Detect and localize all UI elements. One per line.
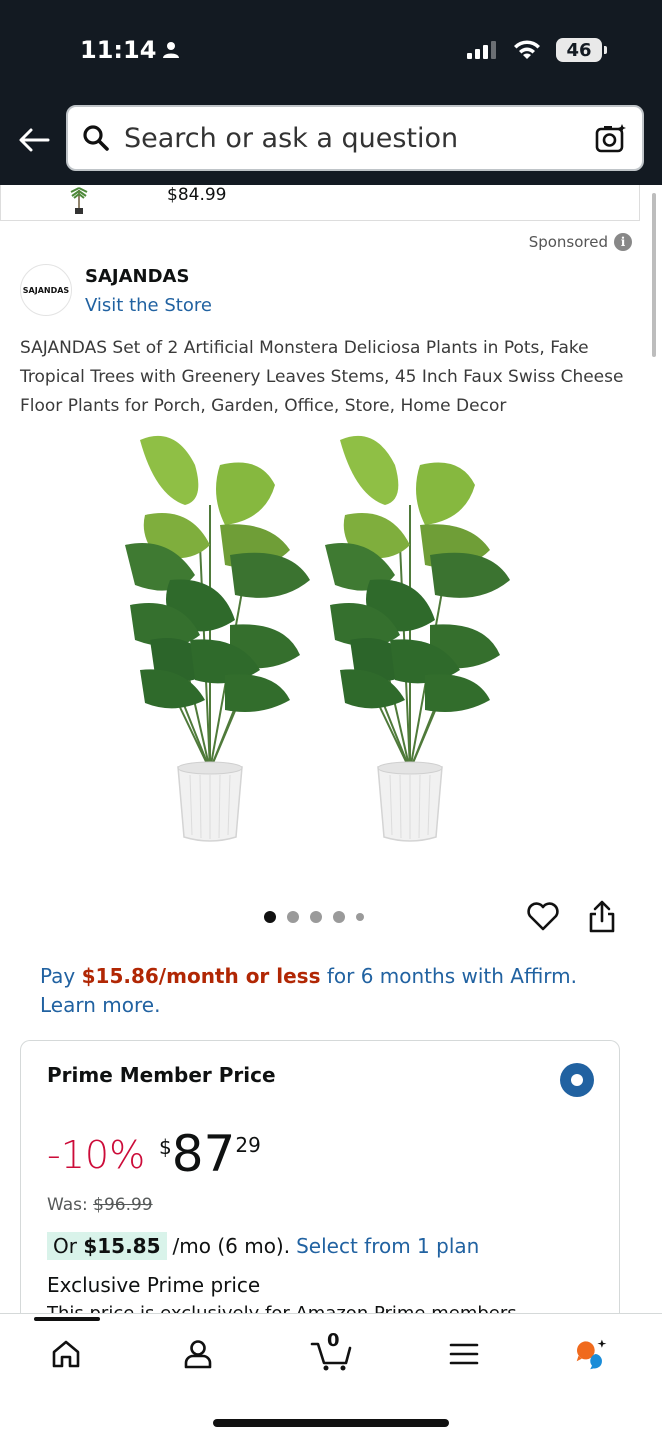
bottom-navigation: 0	[0, 1313, 662, 1440]
status-time-text: 11:14	[80, 36, 157, 64]
search-icon	[83, 125, 109, 151]
current-price: $ 87 29	[159, 1125, 261, 1183]
sponsored-text: Sponsored	[528, 233, 608, 251]
installment-offer: Or $15.85 /mo (6 mo). Select from 1 plan	[47, 1232, 479, 1260]
previous-product-card[interactable]: $84.99	[0, 185, 640, 221]
menu-icon	[449, 1343, 479, 1365]
share-button[interactable]	[585, 899, 619, 935]
camera-search-icon[interactable]	[594, 122, 628, 154]
was-label: Was:	[47, 1195, 94, 1215]
product-thumbnail	[70, 187, 88, 214]
image-carousel-dots[interactable]	[264, 911, 364, 923]
installment-amount: $15.85	[83, 1234, 161, 1258]
sponsored-label[interactable]: Sponsored i	[529, 233, 632, 251]
wifi-icon	[514, 40, 540, 59]
affirm-amount: $15.86/month or less	[81, 964, 321, 988]
carousel-dot[interactable]	[264, 911, 276, 923]
brand-logo-text: SAJANDAS	[22, 285, 70, 295]
carousel-dot[interactable]	[333, 911, 345, 923]
cart-count: 0	[327, 1330, 340, 1351]
affirm-suffix: for 6 months with Affirm.	[320, 964, 577, 988]
account-icon	[184, 1340, 212, 1369]
back-button[interactable]	[16, 122, 52, 158]
carousel-dot[interactable]	[287, 911, 299, 923]
battery-indicator: 46	[556, 38, 607, 62]
status-time: 11:14	[80, 36, 180, 64]
carousel-dot[interactable]	[356, 913, 364, 921]
was-price: Was: $96.99	[47, 1195, 153, 1215]
info-icon[interactable]: i	[614, 233, 632, 251]
was-price-value: $96.99	[93, 1195, 153, 1215]
rufus-icon	[576, 1339, 607, 1370]
scrollbar[interactable]	[652, 193, 656, 357]
brand-name: SAJANDAS	[85, 266, 190, 287]
installment-prefix: Or	[53, 1234, 84, 1258]
price-option-radio[interactable]	[560, 1063, 594, 1097]
search-input[interactable]: Search or ask a question	[124, 123, 594, 154]
active-tab-indicator	[34, 1317, 100, 1321]
visit-store-link[interactable]: Visit the Store	[85, 295, 212, 316]
product-image[interactable]	[100, 425, 560, 865]
exclusive-prime-label: Exclusive Prime price	[47, 1273, 261, 1297]
prime-price-option[interactable]: Prime Member Price -10% $ 87 29 Was: $96…	[20, 1040, 620, 1340]
currency-symbol: $	[159, 1135, 172, 1159]
affirm-prefix: Pay	[40, 964, 82, 988]
back-arrow-icon	[19, 128, 50, 152]
installment-suffix: /mo (6 mo).	[172, 1234, 291, 1258]
installment-highlight: Or $15.85	[47, 1232, 167, 1260]
status-indicators: 46	[466, 38, 607, 62]
previous-product-price: $84.99	[167, 185, 227, 205]
nav-rufus[interactable]	[574, 1336, 610, 1372]
search-bar[interactable]: Search or ask a question	[66, 105, 644, 171]
home-indicator[interactable]	[213, 1419, 449, 1427]
carousel-dot[interactable]	[310, 911, 322, 923]
nav-menu[interactable]	[446, 1336, 482, 1372]
discount-percent: -10%	[47, 1133, 146, 1177]
select-plan-link[interactable]: Select from 1 plan	[296, 1234, 479, 1258]
nav-home[interactable]	[48, 1336, 84, 1372]
price-option-title: Prime Member Price	[47, 1063, 276, 1087]
home-icon	[52, 1340, 80, 1368]
price-whole: 87	[171, 1125, 236, 1183]
person-icon	[163, 42, 180, 58]
price-fraction: 29	[235, 1133, 261, 1157]
nav-cart[interactable]: 0	[310, 1330, 354, 1372]
heart-icon	[527, 902, 559, 931]
brand-logo[interactable]: SAJANDAS	[20, 264, 72, 316]
app-header: 11:14 46 Search or ask a question	[0, 0, 662, 185]
cellular-signal-icon	[467, 41, 496, 59]
add-to-list-button[interactable]	[526, 900, 560, 934]
product-title[interactable]: SAJANDAS Set of 2 Artificial Monstera De…	[20, 334, 640, 421]
affirm-financing-offer[interactable]: Pay $15.86/month or less for 6 months wi…	[40, 962, 630, 1020]
affirm-learn-more-link[interactable]: Learn more.	[40, 993, 160, 1017]
share-icon	[589, 900, 615, 933]
nav-account[interactable]	[180, 1336, 216, 1372]
